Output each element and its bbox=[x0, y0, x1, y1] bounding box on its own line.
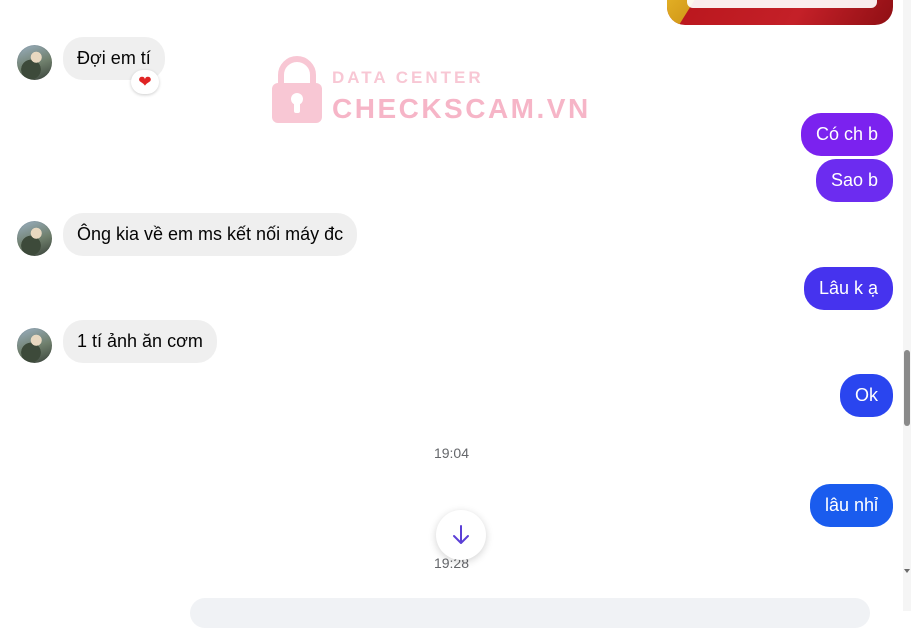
avatar[interactable] bbox=[17, 221, 52, 256]
message-text: 1 tí ảnh ăn cơm bbox=[77, 331, 203, 351]
message-text: Lâu k ạ bbox=[818, 278, 878, 298]
scrollbar[interactable] bbox=[903, 0, 911, 611]
incoming-message[interactable]: 1 tí ảnh ăn cơm bbox=[63, 320, 217, 363]
heart-reaction-icon[interactable]: ❤ bbox=[131, 70, 159, 94]
message-text: Ok bbox=[854, 385, 878, 405]
heart-icon: ❤ bbox=[138, 74, 152, 91]
outgoing-message[interactable]: lâu nhỉ bbox=[809, 484, 893, 527]
scroll-to-bottom-button[interactable] bbox=[436, 510, 486, 560]
timestamp: 19:04 bbox=[433, 445, 470, 461]
message-text: Sao b bbox=[830, 170, 878, 190]
avatar[interactable] bbox=[17, 45, 52, 80]
incoming-message[interactable]: Ông kia về em ms kết nối máy đc bbox=[63, 213, 358, 256]
message-text: Có ch b bbox=[815, 124, 878, 144]
outgoing-message[interactable]: Sao b bbox=[815, 159, 893, 202]
message-text: Ông kia về em ms kết nối máy đc bbox=[77, 224, 344, 244]
image-content bbox=[687, 0, 877, 8]
message-text: lâu nhỉ bbox=[824, 495, 878, 515]
message-input[interactable] bbox=[190, 598, 870, 628]
watermark-line1: DATA CENTER bbox=[332, 68, 484, 87]
arrow-down-icon bbox=[453, 525, 469, 544]
lock-icon bbox=[272, 56, 322, 123]
scroll-down-arrow-icon[interactable] bbox=[903, 566, 911, 576]
outgoing-message[interactable]: Ok bbox=[839, 374, 893, 417]
watermark: DATA CENTER CHECKSCAM.VN bbox=[270, 55, 588, 125]
outgoing-message[interactable]: Lâu k ạ bbox=[803, 267, 893, 310]
scrollbar-thumb[interactable] bbox=[904, 350, 910, 426]
watermark-line2: CHECKSCAM.VN bbox=[332, 93, 591, 124]
message-text: Đợi em tí bbox=[77, 48, 151, 68]
avatar[interactable] bbox=[17, 328, 52, 363]
image-message[interactable] bbox=[667, 0, 893, 25]
outgoing-message[interactable]: Có ch b bbox=[800, 113, 893, 156]
